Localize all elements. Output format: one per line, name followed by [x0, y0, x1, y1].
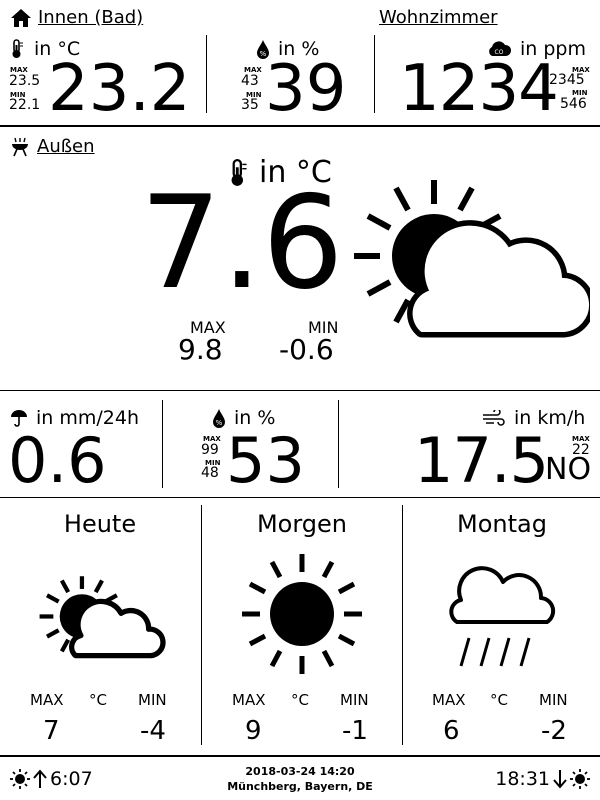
forecast-unit-label: °C: [89, 691, 107, 709]
forecast-day-title: Morgen: [256, 510, 348, 538]
indoor-humidity-min: 35: [241, 97, 259, 113]
forecast-unit-label: °C: [291, 691, 309, 709]
forecast-min-label: MIN: [539, 691, 568, 709]
divider: [402, 505, 403, 745]
thermometer-icon: [12, 39, 23, 58]
outdoor-header: Außen: [10, 136, 95, 157]
sun-icon: [570, 769, 590, 789]
forecast-min: -4: [140, 716, 166, 746]
sun-behind-cloud-icon: [39, 576, 166, 659]
indoor-humidity-value: 39: [265, 52, 347, 126]
forecast-day-title: Heute: [63, 510, 137, 538]
co2-min: 546: [560, 96, 587, 112]
outdoor-temp-value: 7.6: [140, 169, 344, 318]
forecast-min: -2: [541, 716, 567, 746]
svg-text:%: %: [216, 419, 223, 427]
wind-value: 17.5: [414, 424, 549, 497]
forecast-min: -1: [342, 716, 368, 746]
sunset: 18:31: [495, 768, 590, 790]
divider: [162, 400, 163, 488]
forecast-max-label: MAX: [30, 691, 64, 709]
section-divider: [0, 125, 600, 127]
co2-max: 2345: [549, 72, 585, 88]
outdoor-humidity-max: 99: [201, 442, 219, 458]
forecast-max-label: MAX: [432, 691, 466, 709]
footer-center: 2018-03-24 14:20 Münchberg, Bayern, DE: [150, 764, 450, 794]
forecast-min-label: MIN: [138, 691, 167, 709]
arrow-up-icon: [33, 769, 47, 788]
divider: [206, 35, 207, 113]
outdoor-min: -0.6: [279, 333, 334, 366]
outdoor-max: 9.8: [178, 333, 223, 366]
forecast-unit-label: °C: [490, 691, 508, 709]
sunrise-time: 6:07: [50, 768, 93, 790]
sun-behind-cloud-icon: [354, 180, 590, 338]
footer-datetime: 2018-03-24 14:20: [245, 765, 355, 778]
indoor-temp-max: 23.5: [9, 73, 41, 89]
outdoor-title: Außen: [37, 136, 95, 157]
forecast-day-heute: Heute: [10, 510, 190, 538]
forecast-max: 9: [245, 716, 262, 746]
indoor-humidity-max: 43: [241, 73, 259, 89]
indoor-title: Innen (Bad): [38, 7, 144, 28]
co2-value: 1234: [399, 52, 559, 126]
living-title: Wohnzimmer: [379, 7, 498, 28]
forecast-min-label: MIN: [340, 691, 369, 709]
footer-location: Münchberg, Bayern, DE: [227, 780, 373, 793]
divider: [201, 505, 202, 745]
forecast-day-morgen: Morgen: [212, 510, 392, 538]
outdoor-humidity-min: 48: [201, 465, 219, 481]
indoor-header: Innen (Bad): [10, 7, 143, 28]
outdoor-humidity-value: 53: [226, 424, 305, 497]
wind-direction: NO: [545, 452, 592, 487]
forecast-max-label: MAX: [232, 691, 266, 709]
sun-icon: [10, 769, 30, 789]
home-icon: [11, 8, 31, 27]
forecast-day-title: Montag: [457, 510, 547, 538]
section-divider: [0, 390, 600, 391]
humidity-drop-icon: %: [213, 409, 225, 428]
divider: [374, 35, 375, 113]
section-divider: [0, 755, 600, 757]
forecast-day-montag: Montag: [412, 510, 592, 538]
forecast-max: 6: [443, 716, 460, 746]
sunset-time: 18:31: [495, 768, 550, 790]
indoor-temp-min: 22.1: [9, 97, 41, 113]
divider: [338, 400, 339, 488]
sun-icon: [242, 554, 362, 674]
rain-cloud-icon: [449, 566, 556, 667]
grill-icon: [12, 137, 28, 156]
rain-value: 0.6: [8, 424, 107, 497]
indoor-temp-value: 23.2: [48, 52, 191, 126]
forecast-max: 7: [43, 716, 60, 746]
sunrise: 6:07: [10, 768, 93, 790]
arrow-down-icon: [553, 770, 567, 789]
section-divider: [0, 497, 600, 498]
